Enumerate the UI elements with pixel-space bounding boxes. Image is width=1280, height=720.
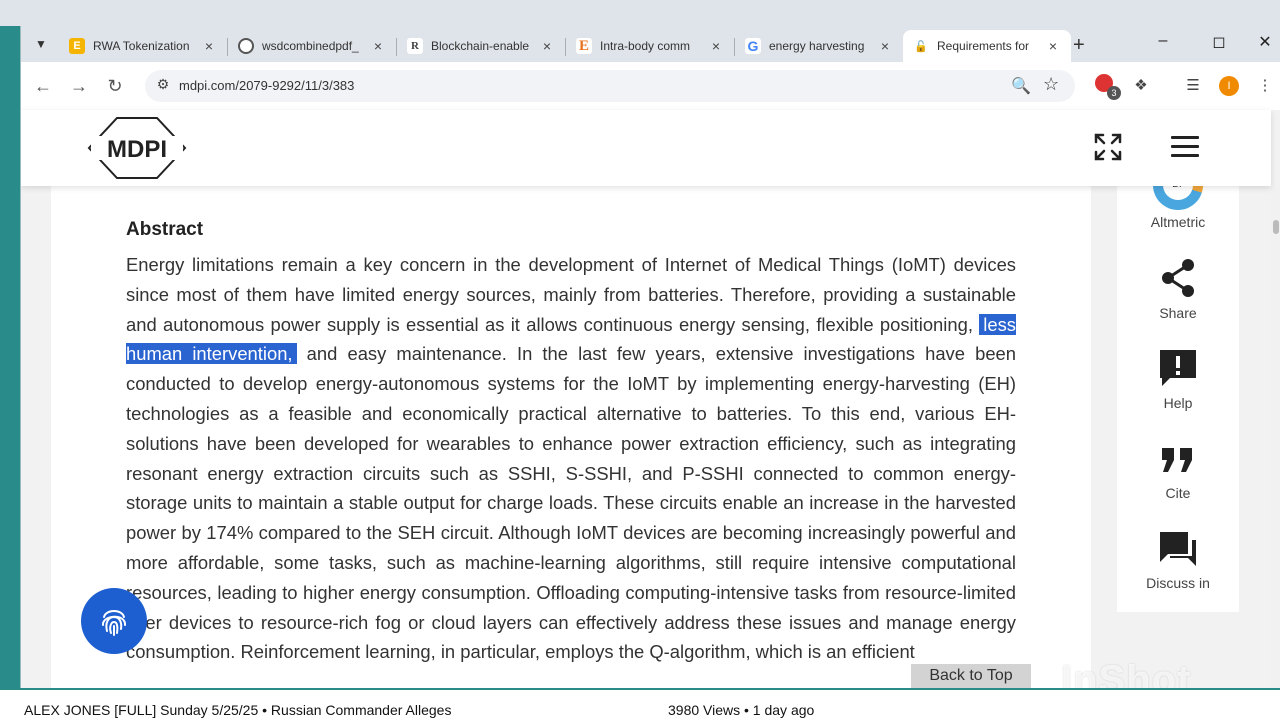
close-icon[interactable]: ×	[370, 38, 386, 54]
plus-icon: +	[1073, 34, 1085, 56]
forward-button[interactable]: →	[67, 74, 91, 98]
globe-icon	[238, 38, 254, 54]
arrow-left-icon: ←	[34, 76, 52, 96]
share-label: Share	[1159, 305, 1197, 321]
background-video-meta: 3980 Views • 1 day ago	[668, 702, 815, 718]
profile-avatar[interactable]: I	[1219, 76, 1239, 96]
fingerprint-button[interactable]	[81, 588, 147, 654]
site-info-icon[interactable]: ⚙	[153, 76, 173, 96]
tab-intra-body[interactable]: E Intra-body comm ×	[566, 30, 734, 62]
tab-label: RWA Tokenization	[93, 39, 190, 53]
lock-icon: 🔓	[913, 38, 929, 54]
logo-text: MDPI	[107, 136, 167, 163]
tab-label: Intra-body comm	[600, 39, 691, 53]
close-icon[interactable]: ×	[539, 38, 555, 54]
close-window-button[interactable]: ✕	[1253, 32, 1277, 52]
cite-button[interactable]: Cite	[1117, 442, 1239, 501]
article-content: Abstract Energy limitations remain a key…	[51, 186, 1091, 688]
inshot-watermark: InShot	[1061, 658, 1192, 688]
google-icon: G	[745, 38, 761, 54]
scroll-thumb[interactable]	[1273, 220, 1279, 234]
help-button[interactable]: Help	[1117, 348, 1239, 411]
star-icon[interactable]: ☆	[1043, 74, 1059, 95]
fingerprint-icon	[102, 610, 126, 636]
abstract-text-part: and easy maintenance. In the last few ye…	[126, 343, 1016, 663]
background-video-info: ALEX JONES [FULL] Sunday 5/25/25 • Russi…	[0, 690, 1280, 720]
tab-requirements[interactable]: 🔓 Requirements for ×	[903, 30, 1071, 62]
chevron-down-icon: ▼	[35, 37, 47, 51]
hamburger-menu-icon[interactable]	[1171, 136, 1199, 158]
quote-icon	[1162, 448, 1192, 472]
arrow-right-icon: →	[70, 76, 88, 96]
expand-icon[interactable]	[1093, 132, 1123, 162]
tab-wsdcombinedpdf[interactable]: wsdcombinedpdf_ ×	[228, 30, 396, 62]
tab-label: wsdcombinedpdf_	[262, 39, 359, 53]
zoom-icon[interactable]: 🔍	[1011, 76, 1031, 96]
altmetric-label: Altmetric	[1150, 214, 1206, 230]
tab-label: Blockchain-enable	[431, 39, 530, 53]
reload-icon: ↻	[107, 76, 123, 96]
browser-window: ▼ E RWA Tokenization × wsdcombinedpdf_ ×…	[20, 26, 1280, 688]
article-sidebar: 27 Altmetric Share Help	[1117, 140, 1239, 612]
page-scrollbar[interactable]	[1271, 186, 1280, 688]
tab-label: Requirements for	[937, 39, 1030, 53]
back-to-top-button[interactable]: Back to Top	[911, 664, 1031, 688]
tab-label: energy harvesting	[769, 39, 865, 53]
tab-strip: ▼ E RWA Tokenization × wsdcombinedpdf_ ×…	[21, 26, 1280, 62]
extension-count: 3	[1107, 86, 1121, 100]
mdpi-logo[interactable]: MDPI	[87, 116, 187, 180]
reload-button[interactable]: ↻	[103, 74, 127, 98]
minimize-button[interactable]: –	[1151, 32, 1175, 50]
researchgate-icon: R	[407, 38, 423, 54]
back-button[interactable]: ←	[31, 74, 55, 98]
yellow-square-icon: E	[69, 38, 85, 54]
elsevier-icon: E	[576, 38, 592, 54]
tab-rwa-tokenization[interactable]: E RWA Tokenization ×	[59, 30, 227, 62]
close-icon[interactable]: ×	[201, 38, 217, 54]
share-icon	[1162, 259, 1194, 297]
abstract-heading: Abstract	[126, 219, 204, 240]
background-video-title: ALEX JONES [FULL] Sunday 5/25/25 • Russi…	[24, 702, 452, 718]
background-bookmark-strip	[0, 0, 1280, 26]
discuss-button[interactable]: Discuss in	[1117, 530, 1239, 591]
abstract-text: Energy limitations remain a key concern …	[126, 250, 1016, 667]
url-text[interactable]: mdpi.com/2079-9292/11/3/383	[179, 78, 354, 93]
puzzle-icon[interactable]: ❖	[1131, 76, 1151, 96]
tab-search-button[interactable]: ▼	[29, 32, 53, 56]
cite-label: Cite	[1165, 485, 1191, 501]
close-icon[interactable]: ×	[1045, 38, 1061, 54]
maximize-button[interactable]: ◻	[1207, 32, 1231, 52]
abstract-text-part: Energy limitations remain a key concern …	[126, 254, 1016, 335]
close-icon[interactable]: ×	[708, 38, 724, 54]
address-bar[interactable]: ⚙ mdpi.com/2079-9292/11/3/383 🔍 ☆	[145, 70, 1075, 102]
extension-badge-button[interactable]: 3	[1095, 74, 1121, 100]
share-button[interactable]: Share	[1117, 258, 1239, 321]
tab-energy-harvesting[interactable]: G energy harvesting ×	[735, 30, 903, 62]
close-icon[interactable]: ×	[877, 38, 893, 54]
browser-toolbar: ← → ↻ ⚙ mdpi.com/2079-9292/11/3/383 🔍 ☆ …	[21, 62, 1280, 110]
tab-blockchain[interactable]: R Blockchain-enable ×	[397, 30, 565, 62]
alert-message-icon	[1160, 350, 1196, 386]
new-tab-button[interactable]: +	[1073, 34, 1085, 57]
help-label: Help	[1163, 395, 1193, 411]
web-page: MDPI Abstract Energy limitations remain …	[21, 110, 1280, 688]
kebab-menu-icon[interactable]: ⋮	[1255, 76, 1275, 96]
discuss-label: Discuss in	[1146, 575, 1210, 591]
media-control-icon[interactable]: ☰	[1183, 76, 1203, 96]
forum-icon	[1160, 532, 1196, 566]
site-header: MDPI	[21, 110, 1271, 186]
